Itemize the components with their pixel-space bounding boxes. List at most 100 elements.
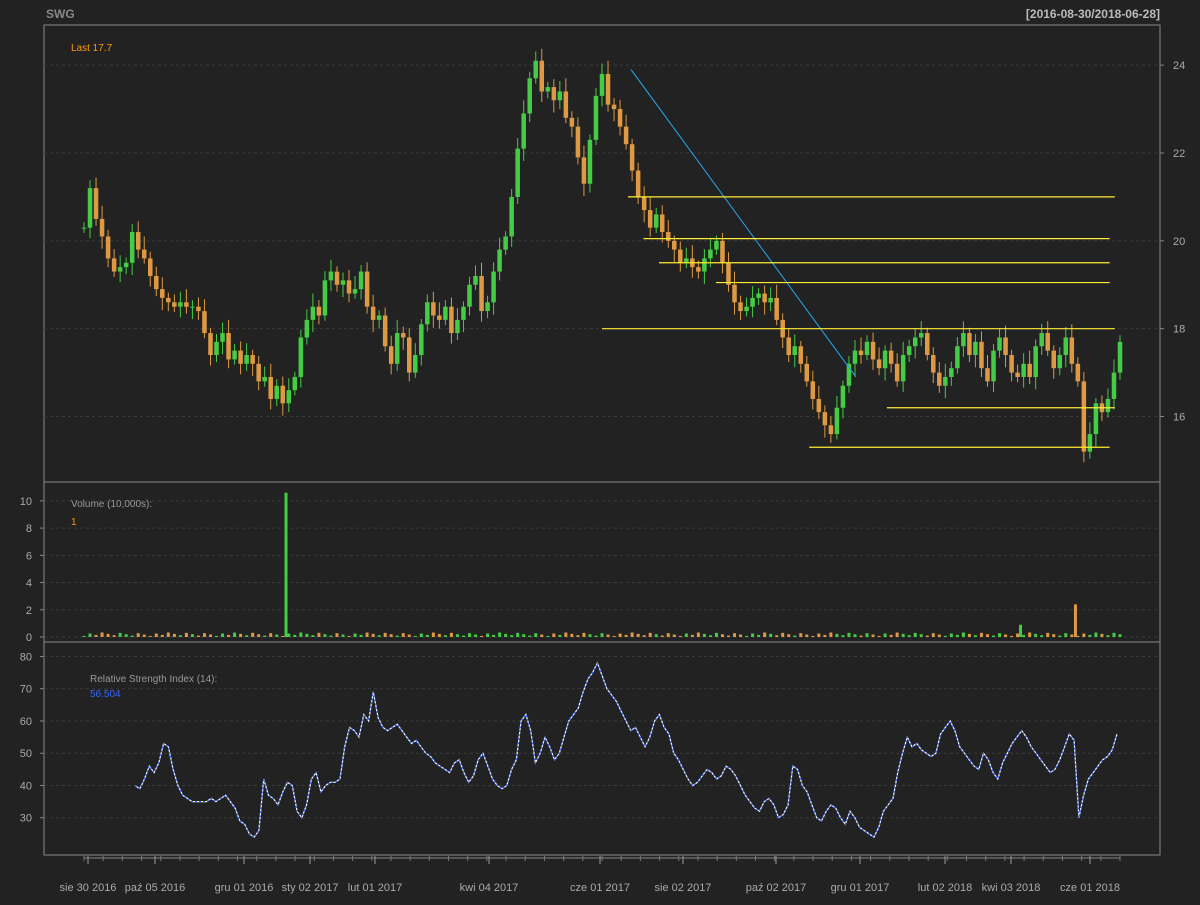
candle-body: [798, 346, 804, 364]
candle-body: [918, 333, 924, 338]
volume-bar: [636, 633, 640, 637]
volume-bar: [552, 633, 556, 637]
volume-bar: [371, 633, 375, 637]
volume-bar: [275, 634, 279, 637]
price-tick-label: 18: [1173, 324, 1185, 336]
volume-bar: [714, 632, 718, 637]
candle-body: [882, 350, 888, 369]
volume-bar: [106, 633, 110, 637]
candle-body: [852, 350, 858, 364]
date-range: [2016-08-30/2018-06-28]: [1026, 7, 1160, 21]
candle-body: [732, 284, 737, 303]
volume-bar: [172, 633, 176, 637]
candle-body: [943, 376, 948, 386]
candle-body: [659, 214, 665, 233]
candle-body: [521, 113, 526, 149]
volume-bar: [624, 634, 628, 637]
volume-spike-bar: [284, 492, 288, 637]
rsi-tick-label: 80: [20, 651, 32, 663]
volume-bar: [401, 633, 405, 637]
candle-body: [870, 341, 876, 360]
volume-bar: [534, 633, 538, 637]
candle-body: [653, 214, 659, 228]
x-tick-label: gru 01 2016: [215, 882, 274, 894]
volume-bar: [136, 633, 140, 637]
volume-bar: [407, 634, 411, 637]
volume-bar: [955, 634, 959, 637]
candle-body: [979, 341, 984, 369]
candle-body: [545, 87, 551, 92]
candle-body: [262, 376, 267, 382]
candle-body: [527, 78, 532, 114]
candle-body: [1027, 363, 1032, 377]
volume-bar: [829, 632, 833, 637]
candle-body: [792, 346, 798, 356]
candle-body: [105, 236, 111, 259]
rsi-tick-label: 50: [20, 748, 32, 760]
candle-body: [304, 319, 310, 338]
axis-labels: 16182022240246810304050607080sie 30 2016…: [20, 60, 1186, 894]
candle-body: [419, 324, 424, 356]
candle-body: [768, 297, 773, 303]
candle-body: [154, 275, 159, 290]
candle-body: [322, 280, 328, 316]
volume-bar: [720, 634, 724, 637]
volume-bar: [269, 633, 273, 637]
volume-bar: [943, 635, 947, 637]
candle-body: [1105, 398, 1111, 413]
rsi-tick-label: 40: [20, 780, 32, 792]
volume-bar: [739, 634, 743, 637]
candle-body: [617, 109, 623, 127]
candle-body: [141, 249, 147, 259]
candle-body: [1057, 355, 1063, 369]
candle-body: [774, 297, 779, 320]
volume-bar: [245, 635, 249, 637]
candle-body: [135, 232, 141, 250]
volume-bar: [1058, 635, 1062, 637]
candle-body: [268, 376, 273, 399]
candle-body: [280, 385, 286, 404]
candle-body: [93, 188, 99, 219]
volume-bar: [1052, 634, 1056, 637]
volume-bar: [588, 634, 592, 637]
volume-bar: [847, 632, 851, 637]
candle-body: [1069, 337, 1075, 364]
x-tick-label: lut 02 2018: [918, 882, 972, 894]
volume-tick-label: 4: [26, 578, 32, 590]
candle-body: [623, 126, 629, 145]
candle-body: [533, 60, 539, 79]
candle-body: [111, 258, 117, 272]
candle-body: [593, 95, 599, 140]
volume-bar: [227, 634, 231, 637]
candle-body: [160, 289, 165, 298]
candle-body: [569, 117, 575, 127]
volume-bar: [895, 632, 899, 637]
candle-body: [123, 262, 129, 268]
candle-body: [310, 306, 316, 320]
volume-bar: [311, 635, 315, 637]
last-price-label: Last 17.7: [71, 43, 113, 54]
volume-bar: [498, 632, 502, 637]
volume-bar: [606, 634, 610, 637]
volume-bar: [299, 632, 303, 637]
candle-body: [400, 333, 406, 338]
candle-body: [81, 227, 87, 229]
candle-body: [382, 315, 388, 347]
volume-bar: [992, 635, 996, 637]
volume-bar: [817, 633, 821, 637]
chart-stage: SWG [2016-08-30/2018-06-28] 16 18 20 22 24 0 2…: [0, 0, 1200, 900]
candle-body: [358, 271, 364, 290]
candle-body: [376, 315, 382, 320]
volume-bar: [684, 633, 688, 637]
candle-body: [714, 240, 719, 250]
volume-bar: [919, 634, 923, 637]
volume-bars: [82, 492, 1122, 637]
volume-bar: [474, 634, 478, 637]
candle-body: [738, 302, 743, 312]
candlestick-series: [81, 48, 1123, 463]
volume-bar: [1088, 634, 1092, 637]
volume-bar: [148, 635, 152, 637]
candle-body: [467, 284, 472, 307]
volume-bar: [425, 634, 429, 637]
volume-bar: [1022, 634, 1026, 637]
